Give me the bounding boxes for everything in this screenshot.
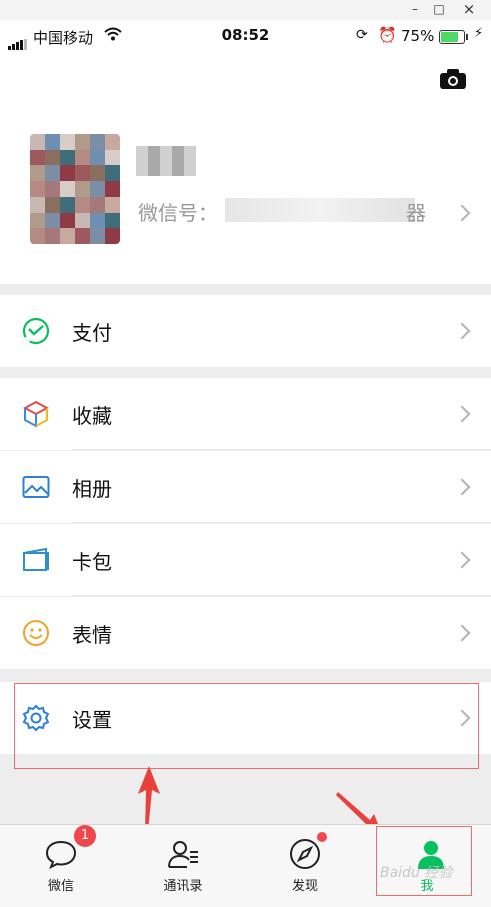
chevron-right-icon (453, 624, 471, 642)
menu-label: 支付 (72, 321, 112, 345)
wallet-icon (23, 547, 49, 571)
contacts-icon (168, 841, 198, 868)
menu-item-cards[interactable]: 卡包 (0, 524, 491, 596)
status-bar: 中国移动 08:52 ⟳ ⏰ 75% ⚡ (0, 20, 491, 54)
tab-label: 微信 (47, 879, 74, 894)
image-icon (22, 476, 50, 498)
chevron-right-icon (453, 551, 471, 569)
profile-header[interactable]: 微信号： 器 (0, 54, 491, 284)
tab-discover[interactable]: 发现 (244, 825, 366, 907)
unread-badge: 1 (74, 825, 96, 847)
rotation-lock-icon: ⟳ (356, 27, 368, 43)
maximize-button[interactable]: □ (424, 0, 454, 20)
chevron-right-icon (453, 478, 471, 496)
menu-label: 表情 (72, 623, 112, 647)
menu-item-stickers[interactable]: 表情 (0, 597, 491, 669)
compass-icon (290, 839, 320, 869)
window-title-bar: – □ × (0, 0, 491, 20)
wechat-id-label: 微信号： (138, 201, 218, 225)
avatar[interactable] (30, 134, 120, 244)
close-button[interactable]: × (454, 0, 484, 20)
battery-icon (439, 30, 468, 44)
settings-highlight-box (14, 683, 479, 769)
menu-label: 收藏 (72, 404, 112, 428)
charging-icon: ⚡ (474, 26, 484, 41)
menu-item-pay[interactable]: 支付 (0, 295, 491, 367)
tab-wechat[interactable]: 1 微信 (0, 825, 122, 907)
chevron-right-icon (453, 204, 471, 222)
chevron-right-icon (453, 322, 471, 340)
smiley-icon (23, 620, 49, 646)
chat-bubble-icon (45, 840, 77, 870)
watermark-text: Baidu 经验 (380, 865, 453, 881)
tab-label: 发现 (291, 879, 318, 894)
wechat-id-blurred (225, 198, 415, 222)
menu-label: 相册 (72, 477, 112, 501)
tab-label: 通讯录 (163, 879, 203, 894)
menu-item-favorites[interactable]: 收藏 (0, 378, 491, 450)
cube-icon (22, 400, 50, 428)
pay-icon (22, 317, 50, 345)
camera-icon[interactable] (439, 68, 467, 90)
me-tab-highlight-box (376, 826, 472, 896)
alarm-icon: ⏰ (378, 26, 397, 44)
menu-label: 卡包 (72, 550, 112, 574)
battery-percent: 75% (401, 27, 435, 45)
menu-item-album[interactable]: 相册 (0, 451, 491, 523)
new-dot-badge (317, 832, 327, 842)
wechat-id-suffix: 器 (406, 201, 426, 225)
nickname-blurred (136, 146, 196, 176)
chevron-right-icon (453, 405, 471, 423)
tab-contacts[interactable]: 通讯录 (122, 825, 244, 907)
